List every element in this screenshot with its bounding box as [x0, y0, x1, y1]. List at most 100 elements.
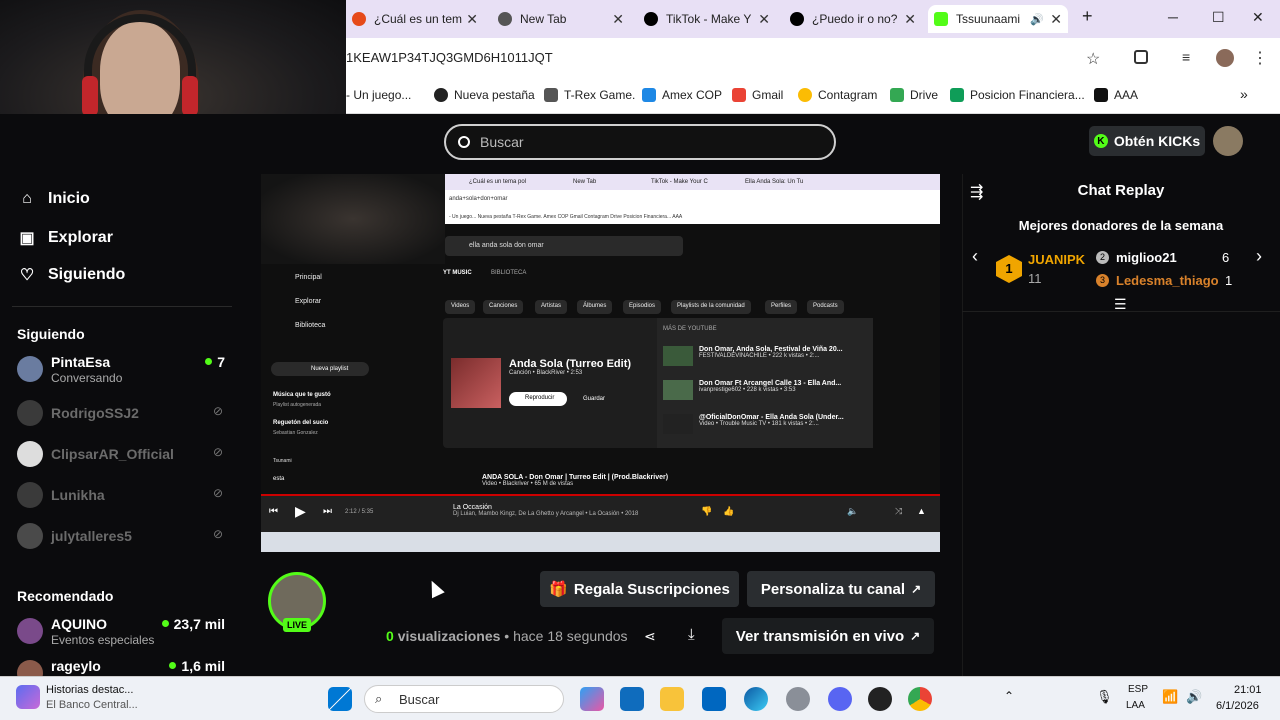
outlook-icon[interactable] — [620, 687, 644, 711]
star-icon[interactable]: ☆ — [1086, 49, 1100, 69]
bookmark-item[interactable]: T-Rex Game. — [544, 88, 635, 102]
viewer-count: 7 — [205, 354, 225, 370]
menu-icon[interactable]: ⋮ — [1252, 48, 1268, 68]
channel-item[interactable]: AQUINO Eventos especiales 23,7 mil — [17, 614, 225, 650]
download-icon[interactable]: ⤓ — [688, 626, 695, 643]
external-link-icon: ↗ — [910, 629, 921, 643]
chevron-right-icon[interactable]: » — [1240, 86, 1248, 102]
bookmark-item[interactable]: AAA — [1094, 88, 1138, 102]
news-widget-icon[interactable] — [16, 685, 40, 709]
settings-icon[interactable] — [786, 687, 810, 711]
ytm-player-bar: ⏮ ▶ ⏭ 2:12 / 5:35 La Occasión Dj Luian, M… — [261, 494, 940, 532]
viewer-count: 23,7 mil — [162, 616, 225, 632]
maximize-icon[interactable]: ☐ — [1212, 9, 1225, 26]
extensions-icon[interactable] — [1134, 50, 1148, 64]
explore-icon: ▣ — [19, 230, 35, 247]
bookmark-item[interactable]: - Un juego... — [346, 88, 411, 102]
avatar — [17, 482, 43, 508]
tab-favicon-icon — [644, 12, 658, 26]
chrome-icon[interactable] — [908, 687, 932, 711]
share-icon[interactable]: ⋖ — [644, 628, 656, 645]
shuffle-icon: ⤨ — [895, 506, 903, 516]
media-icon[interactable]: ≡ — [1182, 49, 1190, 65]
search-input[interactable]: Buscar — [444, 124, 836, 160]
ytm-search: ella anda sola don omar — [445, 236, 683, 256]
channel-item[interactable]: Lunikha ⊘ — [17, 478, 225, 514]
bookmark-item[interactable]: Amex COP — [642, 88, 722, 102]
avatar — [17, 356, 43, 382]
windows-taskbar: Historias destac... El Banco Central... … — [0, 676, 1280, 720]
customize-channel-button[interactable]: Personaliza tu canal ↗ — [747, 571, 935, 607]
minimize-icon[interactable]: ─ — [1168, 9, 1178, 25]
chevron-up-icon[interactable]: ⌃ — [1004, 689, 1014, 703]
mini-taskbar — [261, 532, 940, 552]
bookmark-item[interactable]: Posicion Financiera... — [950, 88, 1085, 102]
window-close-icon[interactable]: ✕ — [1252, 9, 1264, 26]
browser-tab[interactable]: ¿Cuál es un tem ✕ — [346, 5, 484, 33]
heart-icon: ♡ — [19, 267, 35, 284]
bookmark-item[interactable]: Contagram — [798, 88, 877, 102]
channel-item[interactable]: julytalleres5 ⊘ — [17, 519, 225, 555]
taskbar-search[interactable]: ⌕ Buscar — [364, 685, 564, 713]
video-player[interactable]: ¿Cuál es un tema pol New Tab TikTok - Ma… — [261, 174, 940, 552]
store-icon[interactable] — [702, 687, 726, 711]
play-icon: ▶ — [295, 503, 306, 519]
profile-avatar[interactable] — [1216, 49, 1234, 67]
watch-live-button[interactable]: Ver transmisión en vivo ↗ — [722, 618, 934, 654]
channel-item[interactable]: PintaEsa Conversando 7 — [17, 352, 225, 388]
user-avatar[interactable] — [1213, 126, 1243, 156]
browser-tab[interactable]: TikTok - Make Y ✕ — [638, 5, 776, 33]
get-kicks-button[interactable]: K Obtén KICKs — [1089, 126, 1205, 156]
volume-icon: 🔈 — [847, 506, 859, 516]
avatar — [17, 523, 43, 549]
divider — [12, 306, 232, 307]
obs-icon[interactable] — [868, 687, 892, 711]
channel-item[interactable]: ClipsarAR_Official ⊘ — [17, 437, 225, 473]
ytm-top-result: Anda Sola (Turreo Edit) Canción • BlackRi… — [443, 318, 873, 448]
close-icon[interactable]: ✕ — [466, 11, 478, 28]
url-text: 1KEAW1P34TJQ3GMD6H1011JQT — [346, 50, 553, 65]
discord-icon[interactable] — [828, 687, 852, 711]
tab-favicon-icon — [498, 12, 512, 26]
channel-item[interactable]: RodrigoSSJ2 ⊘ — [17, 396, 225, 432]
close-icon[interactable]: ✕ — [904, 11, 916, 28]
microphone-icon[interactable]: 🎙 — [1096, 689, 1113, 705]
previous-icon: ⏮ — [269, 506, 278, 517]
home-icon: ⌂ — [22, 190, 32, 207]
dino-icon — [544, 88, 558, 102]
close-icon[interactable]: ✕ — [612, 11, 624, 28]
bookmark-item[interactable]: Nueva pestaña — [434, 88, 535, 102]
bookmark-item[interactable]: Gmail — [732, 88, 783, 102]
speaker-icon[interactable]: 🔊 — [1030, 13, 1044, 26]
close-icon[interactable]: ✕ — [758, 11, 770, 28]
nav-home[interactable]: ⌂ Inicio — [18, 190, 90, 208]
browser-tab[interactable]: New Tab ✕ — [492, 5, 630, 33]
address-bar[interactable]: 1KEAW1P34TJQ3GMD6H1011JQT ☆ ≡ ⋮ — [346, 38, 1280, 80]
search-icon: ⌕ — [375, 691, 383, 706]
browser-tab-strip: ¿Cuál es un tem ✕ New Tab ✕ TikTok - Make … — [346, 0, 1280, 38]
tab-favicon-icon — [790, 12, 804, 26]
close-icon[interactable]: ✕ — [1050, 11, 1062, 28]
edge-icon[interactable] — [744, 687, 768, 711]
chevron-left-icon[interactable]: ‹ — [972, 246, 978, 267]
avatar — [17, 441, 43, 467]
bookmark-item[interactable]: Drive — [890, 88, 938, 102]
nav-following[interactable]: ♡ Siguiendo — [18, 265, 126, 285]
gift-subscriptions-button[interactable]: 🎁 Regala Suscripciones — [540, 571, 739, 607]
channel-item[interactable]: rageylo 1,6 mil — [17, 656, 225, 676]
nav-explore[interactable]: ▣ Explorar — [18, 228, 112, 248]
volume-icon[interactable]: 🔊 — [1186, 689, 1202, 705]
copilot-icon[interactable] — [580, 687, 604, 711]
kick-favicon-icon — [934, 12, 948, 26]
folder-icon[interactable] — [660, 687, 684, 711]
viewer-count: 1,6 mil — [169, 658, 225, 674]
windows-start-icon[interactable] — [328, 687, 352, 711]
wifi-icon[interactable]: 📶 — [1162, 689, 1178, 705]
browser-tab-active[interactable]: Tssuunaami 🔊 ✕ — [928, 5, 1068, 33]
album-thumbnail — [451, 358, 501, 408]
browser-tab[interactable]: ¿Puedo ir o no? ✕ — [784, 5, 922, 33]
chevron-right-icon[interactable]: › — [1256, 246, 1262, 267]
kick-coin-icon: K — [1093, 134, 1108, 148]
offline-icon: ⊘ — [212, 404, 223, 418]
new-tab-button[interactable]: + — [1082, 6, 1093, 27]
